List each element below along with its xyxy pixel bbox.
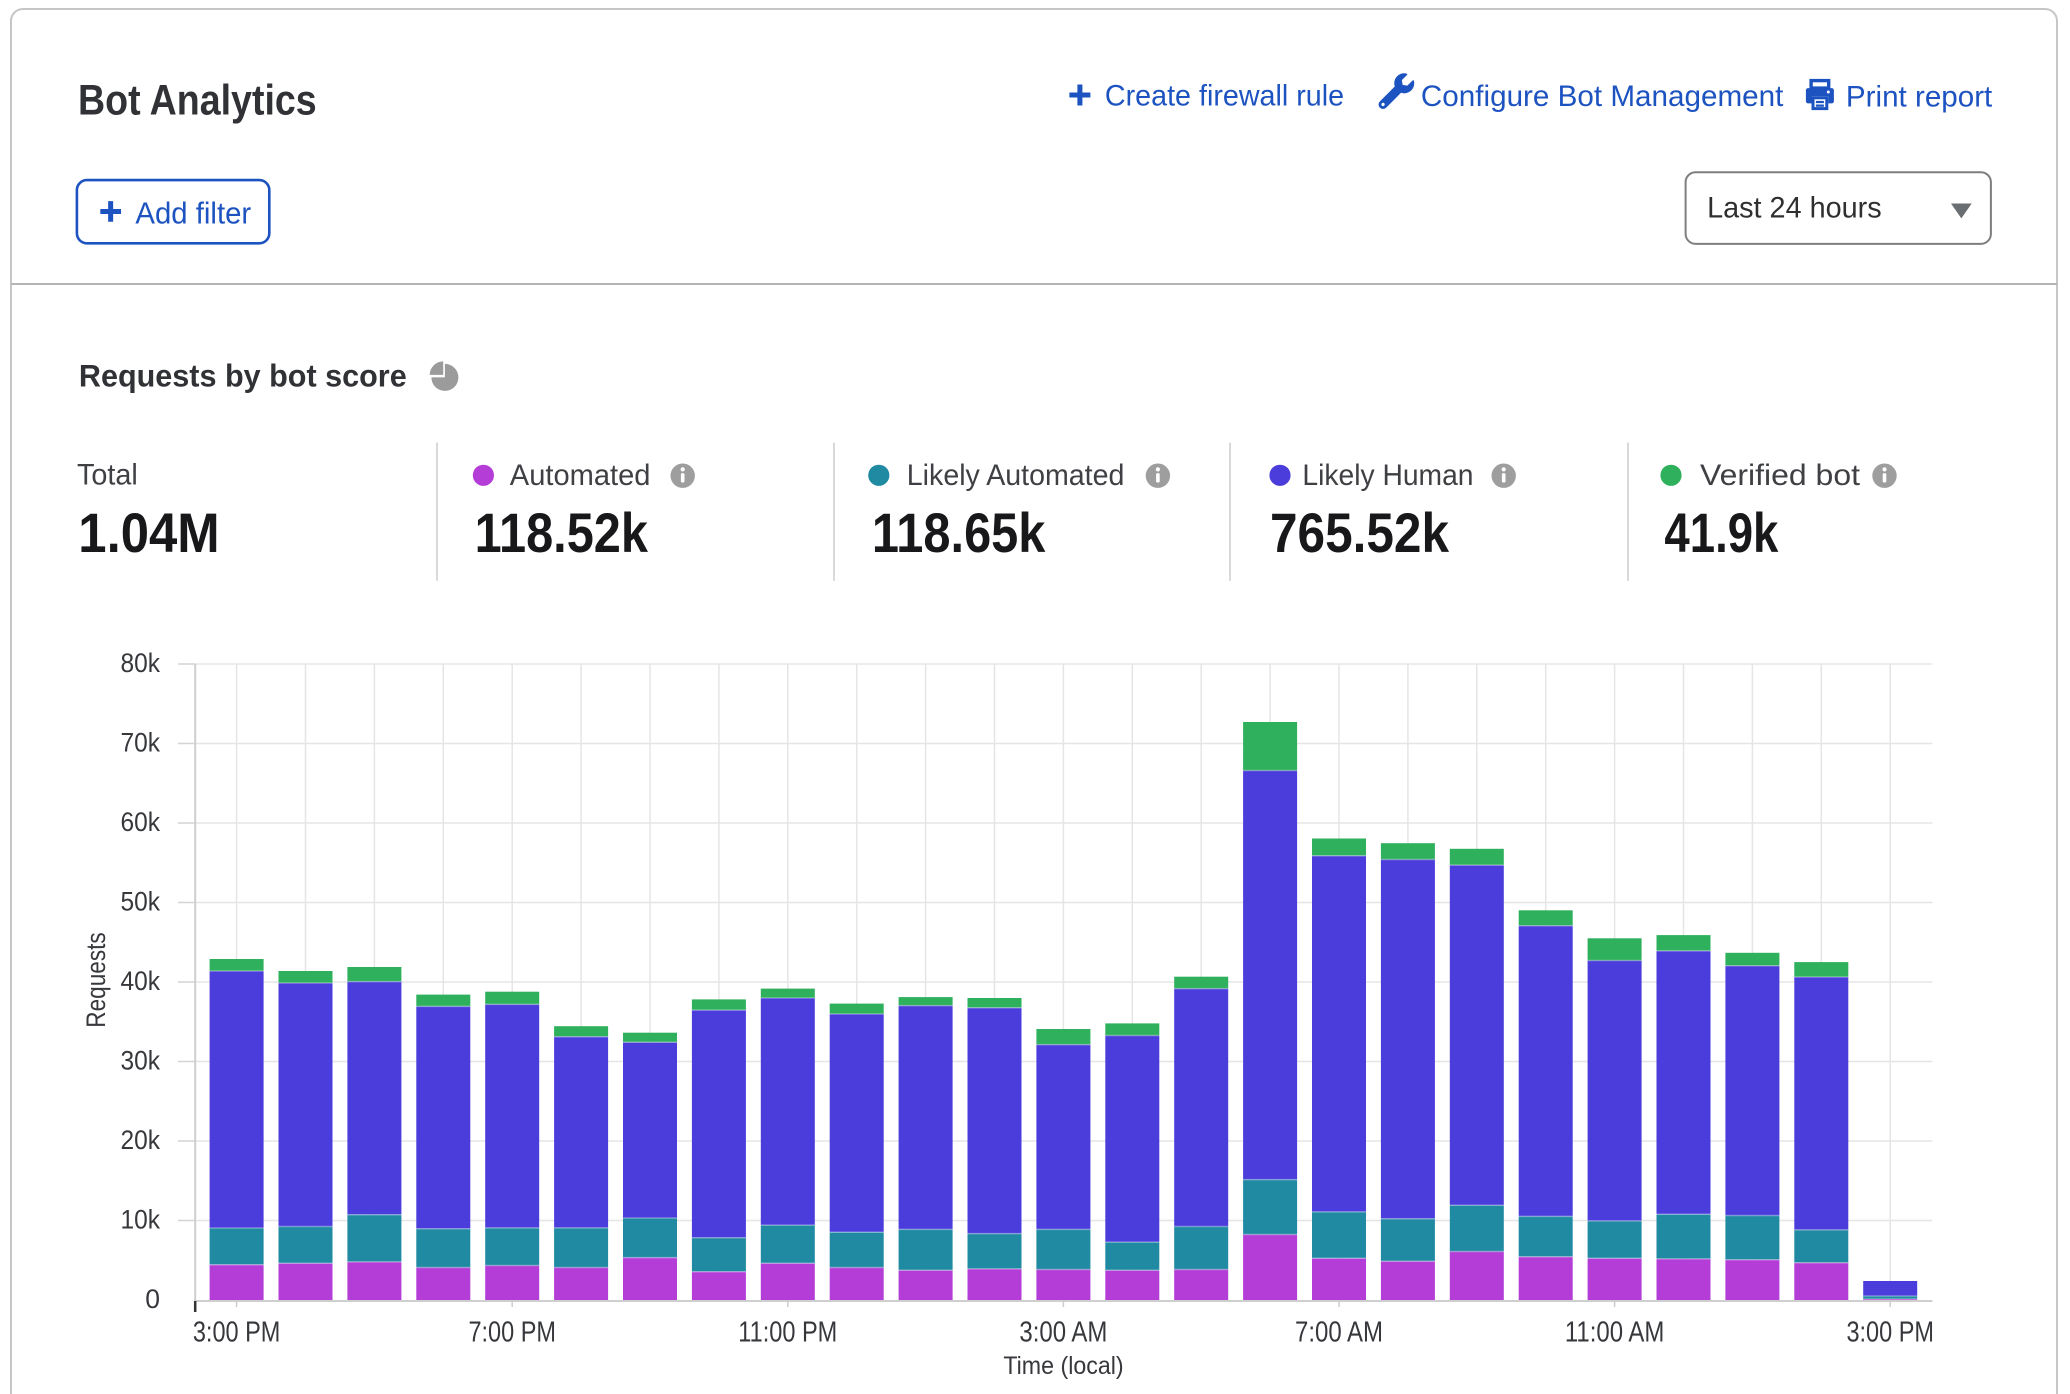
svg-text:30k: 30k bbox=[121, 1046, 161, 1076]
svg-text:118.65k: 118.65k bbox=[872, 501, 1046, 564]
svg-text:Automated: Automated bbox=[510, 459, 651, 492]
svg-text:Requests: Requests bbox=[81, 932, 111, 1027]
svg-text:50k: 50k bbox=[121, 887, 161, 917]
svg-text:Time (local): Time (local) bbox=[1003, 1352, 1123, 1380]
svg-text:765.52k: 765.52k bbox=[1270, 501, 1450, 564]
svg-text:41.9k: 41.9k bbox=[1664, 501, 1779, 564]
svg-text:11:00 AM: 11:00 AM bbox=[1565, 1317, 1665, 1349]
svg-text:Create firewall rule: Create firewall rule bbox=[1105, 80, 1344, 113]
svg-text:118.52k: 118.52k bbox=[475, 501, 649, 564]
svg-text:Requests by bot score: Requests by bot score bbox=[79, 358, 407, 394]
svg-text:Total: Total bbox=[77, 458, 138, 491]
svg-text:80k: 80k bbox=[121, 648, 161, 678]
svg-text:20k: 20k bbox=[121, 1125, 161, 1155]
svg-text:60k: 60k bbox=[121, 807, 161, 837]
svg-text:1.04M: 1.04M bbox=[78, 501, 219, 564]
svg-text:3:00 PM: 3:00 PM bbox=[1846, 1317, 1934, 1349]
svg-text:Likely Human: Likely Human bbox=[1302, 459, 1473, 492]
svg-text:7:00 PM: 7:00 PM bbox=[468, 1317, 556, 1349]
svg-text:Configure Bot Management: Configure Bot Management bbox=[1421, 80, 1784, 113]
svg-text:Likely Automated: Likely Automated bbox=[907, 459, 1125, 492]
svg-text:10k: 10k bbox=[121, 1205, 161, 1235]
svg-text:11:00 PM: 11:00 PM bbox=[738, 1317, 837, 1349]
svg-text:40k: 40k bbox=[121, 966, 161, 996]
svg-text:7:00 AM: 7:00 AM bbox=[1295, 1317, 1383, 1349]
svg-text:0: 0 bbox=[145, 1284, 160, 1314]
svg-text:Last 24 hours: Last 24 hours bbox=[1707, 192, 1882, 225]
svg-text:3:00 AM: 3:00 AM bbox=[1019, 1317, 1107, 1349]
svg-text:70k: 70k bbox=[121, 728, 161, 758]
svg-text:Add filter: Add filter bbox=[135, 196, 251, 231]
svg-text:Bot Analytics: Bot Analytics bbox=[78, 77, 317, 125]
svg-text:3:00 PM: 3:00 PM bbox=[193, 1317, 281, 1349]
svg-text:Verified bot: Verified bot bbox=[1700, 459, 1860, 492]
svg-text:Print report: Print report bbox=[1846, 81, 1992, 114]
